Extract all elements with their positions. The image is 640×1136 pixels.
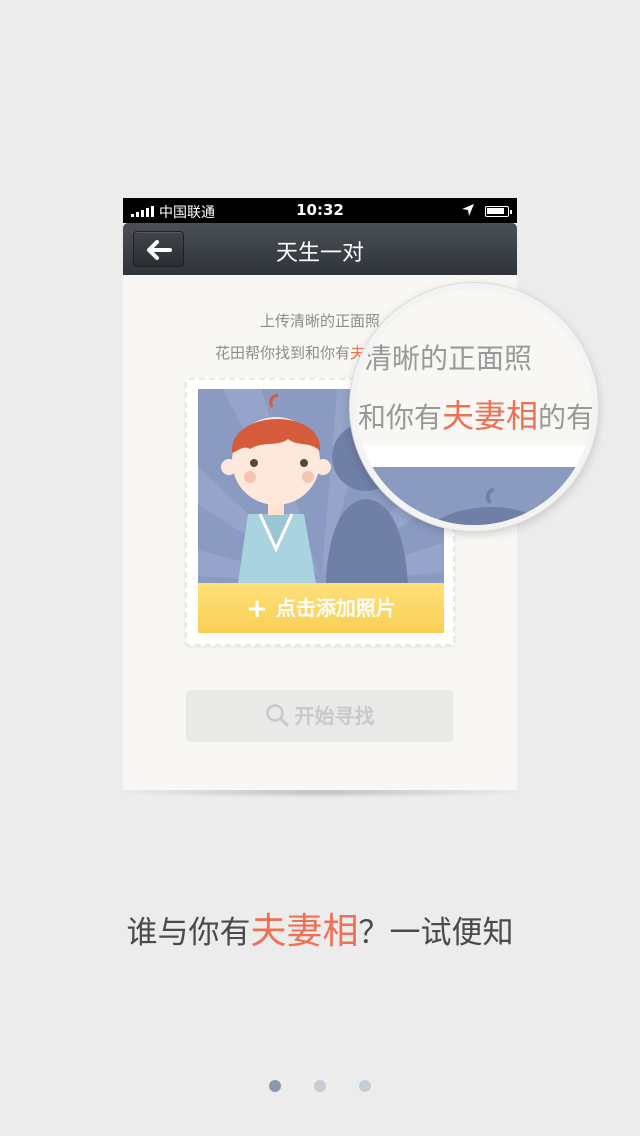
add-photo-label: 点击添加照片 xyxy=(275,596,396,620)
page-title: 天生一对 xyxy=(275,241,364,266)
magnifier-lens: 清晰的正面照 和你有夫妻相的有 xyxy=(350,283,598,531)
page-indicator xyxy=(0,1077,640,1096)
magnified-photo xyxy=(362,467,592,525)
navigation-bar: 天生一对 xyxy=(123,223,517,275)
magnified-hint-line1: 清晰的正面照 xyxy=(364,342,533,375)
plus-icon: + xyxy=(246,594,268,624)
magnified-prefix: 和你有 xyxy=(358,401,443,434)
search-icon xyxy=(265,704,288,727)
add-photo-button[interactable]: + 点击添加照片 xyxy=(198,583,444,633)
status-bar: 中国联通 10:32 xyxy=(123,198,517,223)
tagline: 谁与你有夫妻相？一试便知 xyxy=(0,902,640,954)
status-time: 10:32 xyxy=(296,201,344,219)
magnified-accent: 夫妻相 xyxy=(442,397,539,435)
tagline-accent: 夫妻相 xyxy=(250,911,359,952)
start-search-label: 开始寻找 xyxy=(294,704,375,728)
magnified-card-edge xyxy=(356,445,592,467)
battery-icon xyxy=(485,206,512,217)
magnified-suffix: 的有 xyxy=(538,401,595,434)
page-dot-3[interactable] xyxy=(359,1080,372,1092)
magnified-silhouette xyxy=(431,487,545,525)
tagline-suffix: ？一试便知 xyxy=(358,915,514,951)
start-search-button[interactable]: 开始寻找 xyxy=(186,690,453,742)
upload-hint-prefix: 花田帮你找到和你有 xyxy=(214,344,350,362)
location-arrow-icon xyxy=(462,204,474,216)
page-dot-1[interactable] xyxy=(268,1080,281,1092)
page-dot-2[interactable] xyxy=(314,1080,326,1092)
tagline-prefix: 谁与你有 xyxy=(126,915,251,951)
magnified-hint-line2: 和你有夫妻相的有 xyxy=(358,391,595,437)
